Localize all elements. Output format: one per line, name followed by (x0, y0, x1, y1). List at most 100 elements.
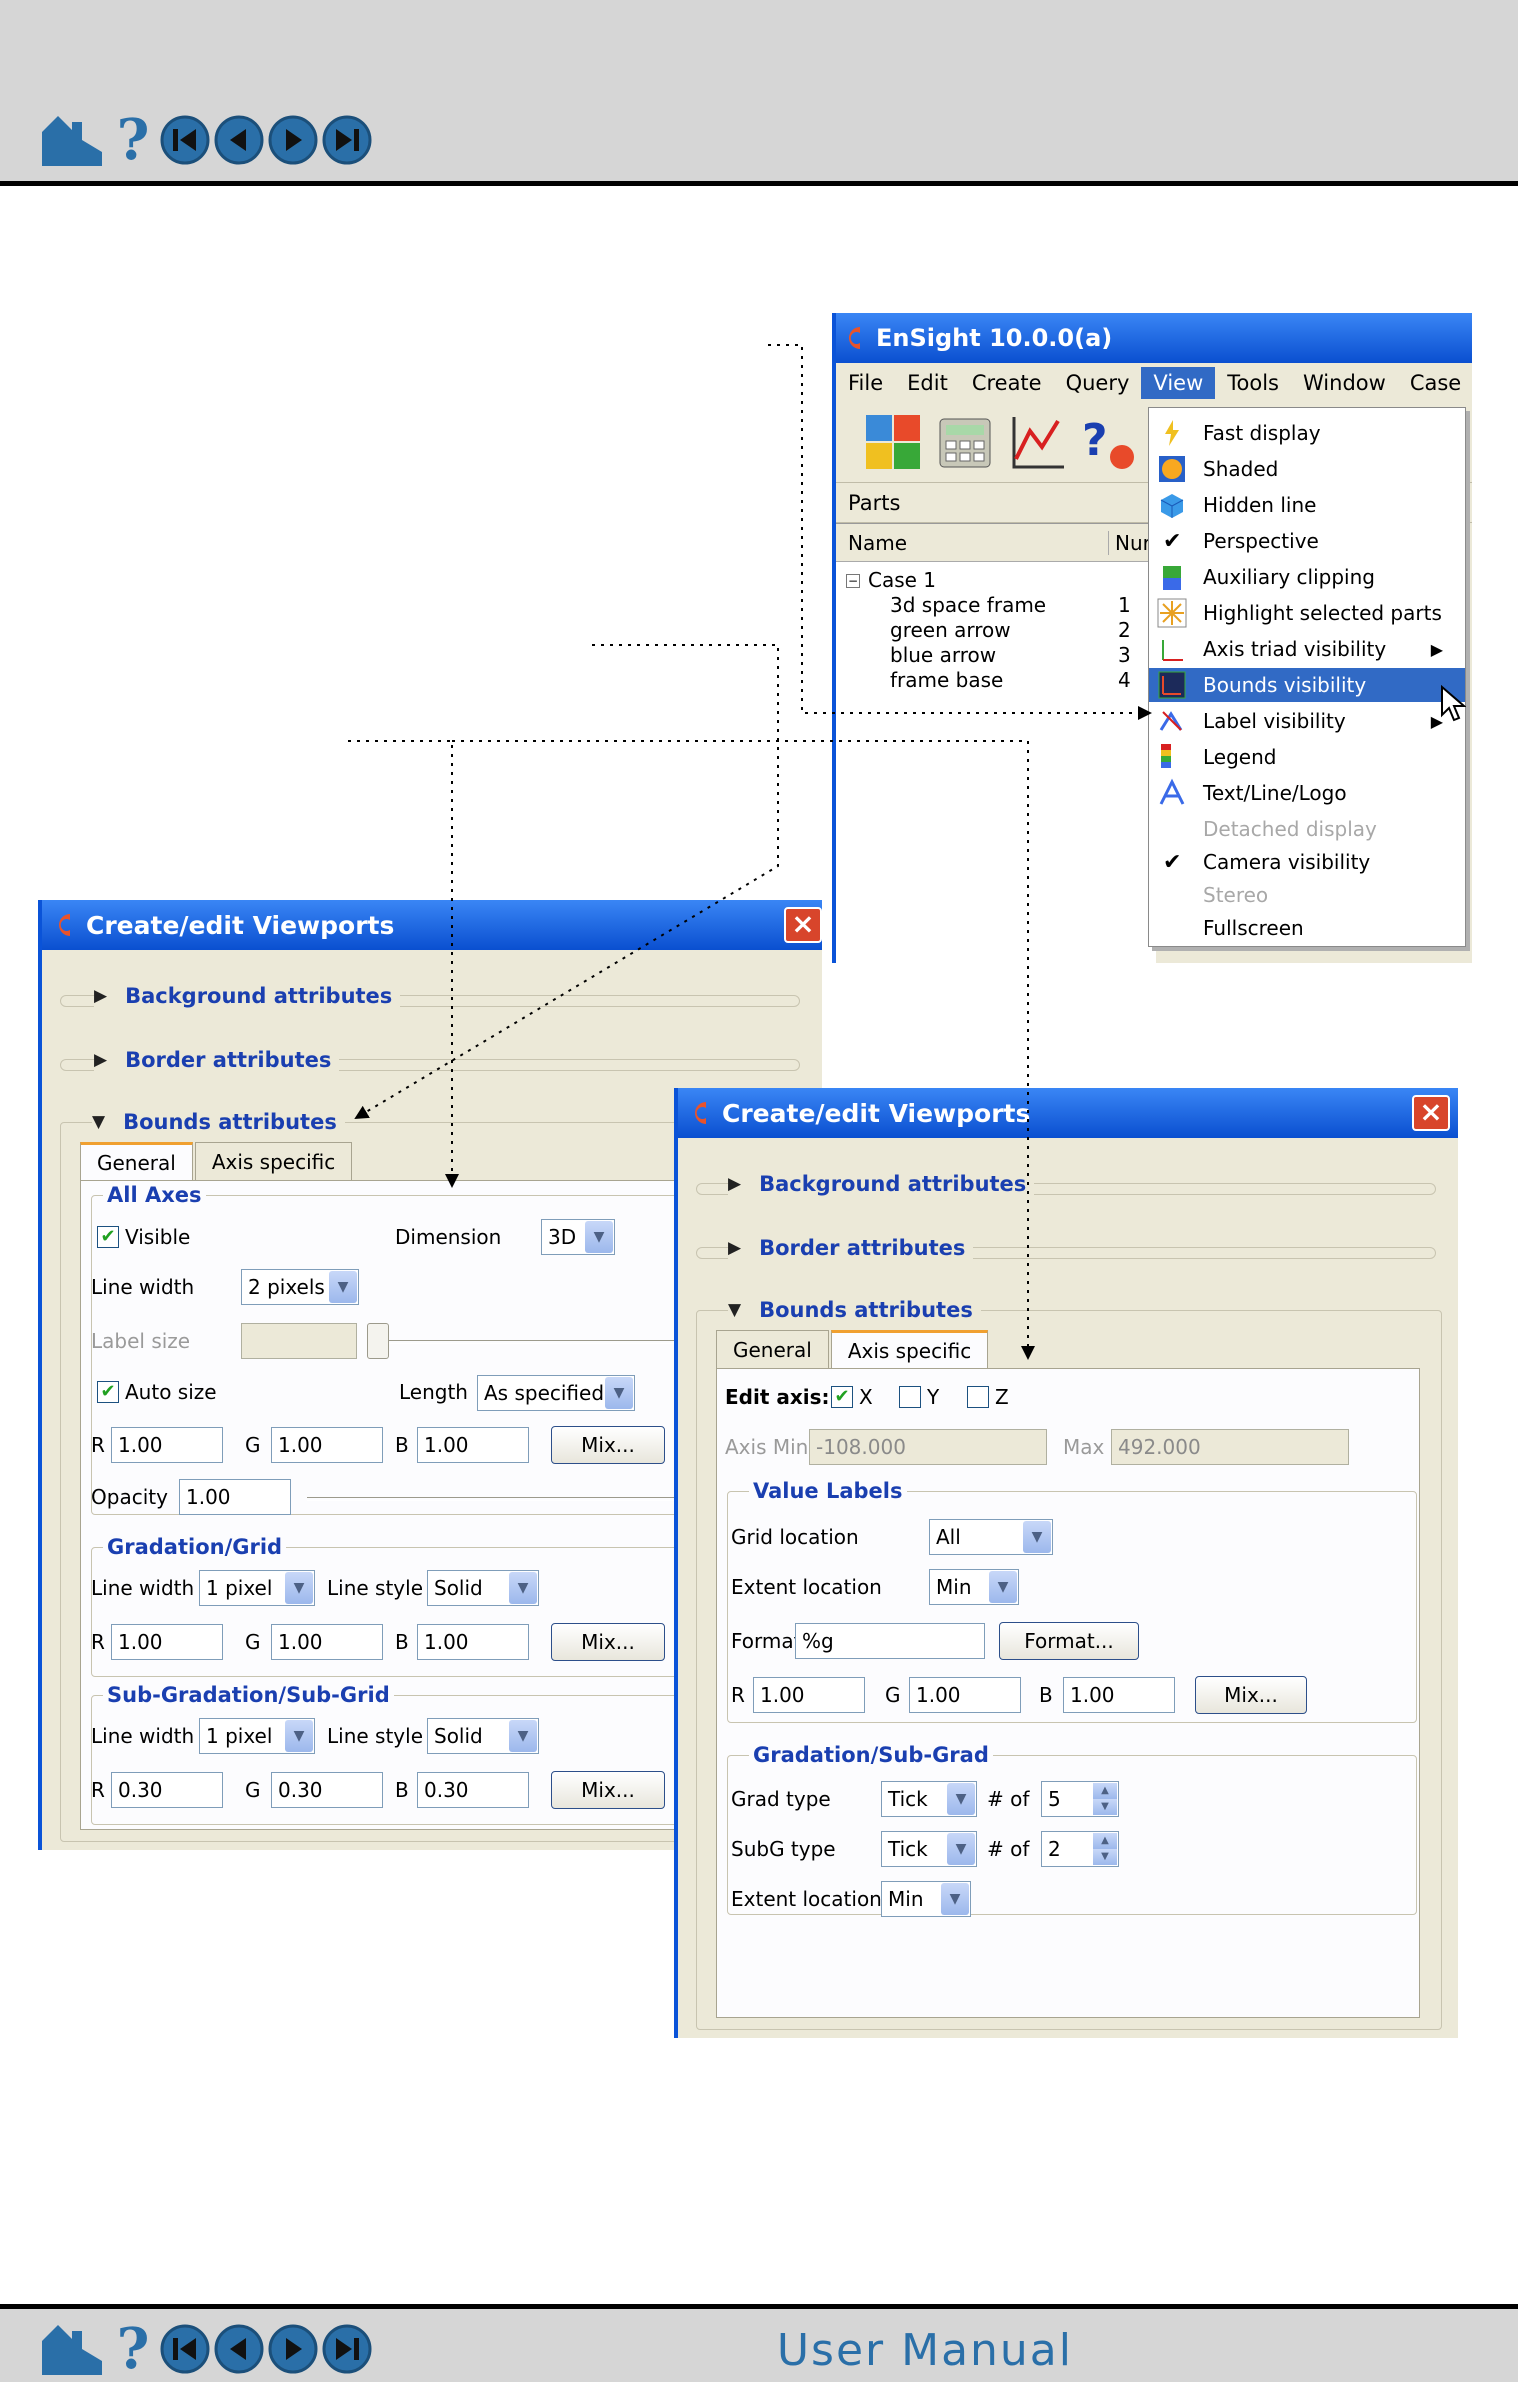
green-field[interactable]: 1.00 (909, 1677, 1021, 1713)
column-name[interactable]: Name (836, 531, 1108, 555)
tab-general[interactable]: General (80, 1142, 193, 1180)
help-icon[interactable]: ? (110, 112, 156, 168)
axis-z-checkbox[interactable] (967, 1386, 989, 1408)
format-field[interactable]: %g (795, 1623, 985, 1659)
subgrid-line-style-select[interactable]: Solid ▼ (427, 1718, 539, 1754)
last-page-icon[interactable] (322, 115, 372, 165)
grid-location-select[interactable]: All ▼ (929, 1519, 1053, 1555)
grad-extent-location-select[interactable]: Min ▼ (881, 1881, 971, 1917)
tab-general[interactable]: General (716, 1330, 829, 1368)
menu-item-legend[interactable]: Legend (1149, 740, 1465, 774)
menu-item-highlight-selected-parts[interactable]: Highlight selected parts (1149, 596, 1465, 630)
grad-count-spinner[interactable]: 5 ▲ ▼ (1041, 1781, 1119, 1817)
tree-case[interactable]: − Case 1 (836, 568, 1156, 593)
first-page-icon[interactable] (160, 115, 210, 165)
menu-window[interactable]: Window (1291, 367, 1398, 399)
red-field[interactable]: 1.00 (111, 1624, 223, 1660)
mix-button[interactable]: Mix... (1195, 1676, 1307, 1714)
menu-item-label-visibility[interactable]: Label visibility ▶ (1149, 704, 1465, 738)
menu-item-text-line-logo[interactable]: Text/Line/Logo (1149, 776, 1465, 810)
spin-down-icon[interactable]: ▼ (1093, 1849, 1117, 1865)
spin-up-icon[interactable]: ▲ (1093, 1833, 1117, 1849)
red-field[interactable]: 1.00 (753, 1677, 865, 1713)
section-border[interactable]: ▶ Border attributes (94, 1048, 340, 1072)
section-border[interactable]: ▶ Border attributes (728, 1236, 974, 1260)
blue-field[interactable]: 1.00 (1063, 1677, 1175, 1713)
section-bounds[interactable]: ▼ Bounds attributes (728, 1298, 981, 1322)
close-button[interactable]: × (784, 907, 822, 943)
collapse-icon[interactable]: − (846, 574, 860, 588)
next-page-icon[interactable] (268, 115, 318, 165)
help-icon[interactable]: ? (110, 2321, 156, 2377)
tree-part-row[interactable]: green arrow 2 (836, 618, 1156, 643)
axis-x-checkbox[interactable]: ✔ (831, 1386, 853, 1408)
plotter-icon[interactable] (1006, 411, 1068, 475)
dimension-select[interactable]: 3D ▼ (541, 1219, 615, 1255)
tree-part-row[interactable]: 3d space frame 1 (836, 593, 1156, 618)
first-page-icon[interactable] (160, 2324, 210, 2374)
blue-field[interactable]: 1.00 (417, 1624, 529, 1660)
prev-page-icon[interactable] (214, 115, 264, 165)
red-field[interactable]: 1.00 (111, 1427, 223, 1463)
menu-query[interactable]: Query (1054, 367, 1142, 399)
puzzle-parts-icon[interactable] (862, 411, 924, 475)
blue-field[interactable]: 1.00 (417, 1427, 529, 1463)
extent-location-select[interactable]: Min ▼ (929, 1569, 1019, 1605)
menu-item-fast-display[interactable]: Fast display (1149, 416, 1465, 450)
column-num[interactable]: Nur (1108, 530, 1151, 555)
length-select[interactable]: As specified ▼ (477, 1375, 635, 1411)
axis-triad-icon (1162, 640, 1183, 661)
spin-up-icon[interactable]: ▲ (1093, 1783, 1117, 1799)
grid-line-style-select[interactable]: Solid ▼ (427, 1570, 539, 1606)
menu-item-hidden-line[interactable]: Hidden line (1149, 488, 1465, 522)
green-field[interactable]: 0.30 (271, 1772, 383, 1808)
calculator-icon[interactable] (934, 411, 996, 475)
query-icon[interactable]: ? (1078, 411, 1140, 475)
format-button[interactable]: Format... (999, 1622, 1139, 1660)
menu-item-axis-triad-visibility[interactable]: Axis triad visibility ▶ (1149, 632, 1465, 666)
green-field[interactable]: 1.00 (271, 1427, 383, 1463)
spin-down-icon[interactable]: ▼ (1093, 1799, 1117, 1815)
subg-count-spinner[interactable]: 2 ▲ ▼ (1041, 1831, 1119, 1867)
menu-item-shaded[interactable]: Shaded (1149, 452, 1465, 486)
tree-part-row[interactable]: blue arrow 3 (836, 643, 1156, 668)
grid-line-width-select[interactable]: 1 pixel ▼ (199, 1570, 315, 1606)
home-icon[interactable] (38, 112, 106, 168)
mix-button[interactable]: Mix... (551, 1771, 665, 1809)
mix-button[interactable]: Mix... (551, 1426, 665, 1464)
next-page-icon[interactable] (268, 2324, 318, 2374)
menu-tools[interactable]: Tools (1215, 367, 1291, 399)
home-icon[interactable] (38, 2321, 106, 2377)
menu-view[interactable]: View (1141, 367, 1216, 399)
menu-case[interactable]: Case (1398, 367, 1472, 399)
subg-type-select[interactable]: Tick ▼ (881, 1831, 977, 1867)
tab-axis-specific[interactable]: Axis specific (830, 1330, 989, 1368)
axis-y-checkbox[interactable] (899, 1386, 921, 1408)
line-width-select[interactable]: 2 pixels ▼ (241, 1269, 359, 1305)
menu-item-auxiliary-clipping[interactable]: Auxiliary clipping (1149, 560, 1465, 594)
menu-item-bounds-visibility[interactable]: Bounds visibility (1149, 668, 1465, 702)
tree-part-row[interactable]: frame base 4 (836, 668, 1156, 693)
menu-create[interactable]: Create (960, 367, 1054, 399)
blue-field[interactable]: 0.30 (417, 1772, 529, 1808)
menu-edit[interactable]: Edit (895, 367, 960, 399)
mix-button[interactable]: Mix... (551, 1623, 665, 1661)
auto-size-checkbox[interactable]: ✔ (97, 1381, 119, 1403)
close-button[interactable]: × (1412, 1095, 1450, 1131)
section-bounds[interactable]: ▼ Bounds attributes (92, 1110, 345, 1134)
visible-checkbox[interactable]: ✔ (97, 1226, 119, 1248)
grad-type-select[interactable]: Tick ▼ (881, 1781, 977, 1817)
prev-page-icon[interactable] (214, 2324, 264, 2374)
section-background[interactable]: ▶ Background attributes (728, 1172, 1035, 1196)
menu-item-fullscreen[interactable]: Fullscreen (1149, 911, 1465, 945)
menu-item-camera-visibility[interactable]: ✔ Camera visibility (1149, 845, 1465, 879)
subgrid-line-width-select[interactable]: 1 pixel ▼ (199, 1718, 315, 1754)
last-page-icon[interactable] (322, 2324, 372, 2374)
menu-file[interactable]: File (836, 367, 895, 399)
green-field[interactable]: 1.00 (271, 1624, 383, 1660)
opacity-field[interactable]: 1.00 (179, 1479, 291, 1515)
section-background[interactable]: ▶ Background attributes (94, 984, 401, 1008)
menu-item-perspective[interactable]: ✔ Perspective (1149, 524, 1465, 558)
red-field[interactable]: 0.30 (111, 1772, 223, 1808)
tab-axis-specific[interactable]: Axis specific (194, 1142, 353, 1180)
